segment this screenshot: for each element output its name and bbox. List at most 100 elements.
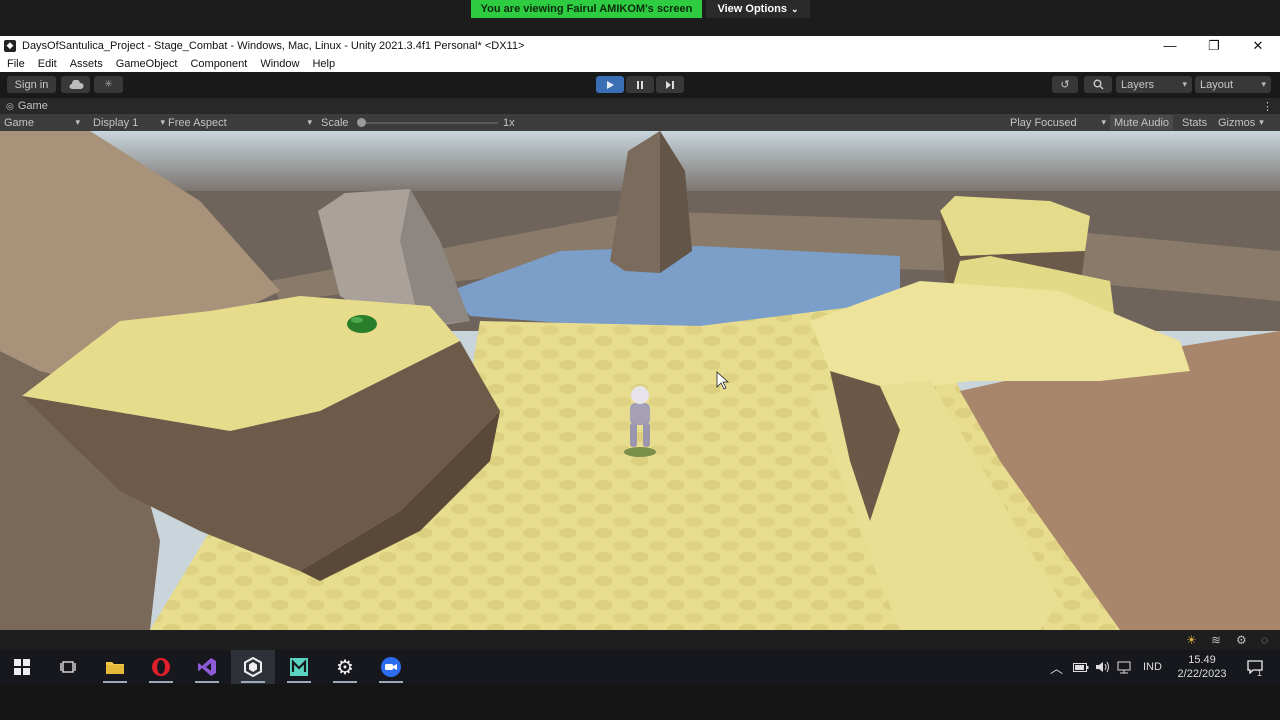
mute-audio-label: Mute Audio bbox=[1114, 116, 1170, 129]
start-button[interactable] bbox=[0, 650, 44, 684]
m-app-icon bbox=[290, 658, 308, 676]
battery-tray[interactable] bbox=[1073, 650, 1089, 684]
clock-time: 15.49 bbox=[1188, 654, 1216, 666]
zoom-button[interactable] bbox=[369, 650, 413, 684]
game-mode-dropdown[interactable]: Game ▾ bbox=[4, 115, 82, 130]
cache-icon[interactable]: ≋ bbox=[1211, 633, 1221, 647]
collab-icon: ✳ bbox=[104, 79, 113, 90]
tray-overflow-button[interactable]: ︿ bbox=[1050, 650, 1063, 684]
dropdown-arrow-icon: ▾ bbox=[1101, 117, 1106, 127]
close-button[interactable]: ✕ bbox=[1236, 36, 1280, 55]
history-icon: ↺ bbox=[1060, 79, 1070, 91]
menu-file[interactable]: File bbox=[0, 58, 31, 70]
aspect-dropdown[interactable]: Free Aspect ▾ bbox=[168, 115, 314, 130]
windows-icon bbox=[14, 659, 30, 675]
menu-window[interactable]: Window bbox=[253, 58, 305, 70]
file-explorer-button[interactable] bbox=[93, 650, 137, 684]
main-toolbar: Sign in ✳ ↺ Layers Layout bbox=[0, 72, 1280, 98]
lighting-icon[interactable]: ☀ bbox=[1186, 633, 1197, 647]
mute-audio-toggle[interactable]: Mute Audio bbox=[1110, 115, 1174, 130]
stats-toggle[interactable]: Stats bbox=[1182, 115, 1207, 130]
notification-center-button[interactable]: 1 bbox=[1240, 650, 1270, 684]
network-tray[interactable] bbox=[1117, 650, 1133, 684]
play-focused-dropdown[interactable]: Play Focused ▾ bbox=[1010, 115, 1108, 130]
close-icon: ✕ bbox=[1252, 37, 1264, 53]
player-head bbox=[631, 386, 649, 404]
menu-assets[interactable]: Assets bbox=[63, 58, 109, 70]
debug-icon[interactable]: ⚙ bbox=[1236, 633, 1247, 647]
sign-in-label: Sign in bbox=[14, 78, 49, 91]
volume-tray[interactable] bbox=[1095, 650, 1111, 684]
collab-status-icon[interactable]: ◌ bbox=[1261, 633, 1268, 647]
aspect-label: Free Aspect bbox=[168, 116, 227, 129]
letterbox-bottom bbox=[0, 684, 1280, 720]
language-indicator[interactable]: IND bbox=[1143, 650, 1162, 684]
minimize-button[interactable]: — bbox=[1148, 36, 1192, 55]
cloud-button[interactable] bbox=[61, 76, 90, 93]
panel-menu-button[interactable]: ⋮ bbox=[1262, 98, 1273, 114]
settings-button[interactable]: ⚙ bbox=[323, 650, 367, 684]
gizmos-toggle[interactable]: Gizmos ▾ bbox=[1218, 115, 1264, 130]
m-app-button[interactable] bbox=[277, 650, 321, 684]
menu-help[interactable]: Help bbox=[305, 58, 341, 70]
dropdown-arrow-icon: ▾ bbox=[1259, 117, 1264, 127]
volume-icon bbox=[1096, 661, 1109, 673]
layout-dropdown[interactable]: Layout bbox=[1195, 76, 1271, 93]
scale-value: 1x bbox=[503, 115, 515, 130]
layers-label: Layers bbox=[1121, 78, 1155, 91]
status-bar: ☀ ≋ ⚙ ◌ bbox=[0, 630, 1280, 650]
layers-dropdown[interactable]: Layers bbox=[1116, 76, 1192, 93]
scale-label-text: Scale bbox=[321, 116, 349, 129]
network-icon bbox=[1117, 661, 1131, 673]
restore-button[interactable]: ❐ bbox=[1192, 36, 1236, 55]
menu-component[interactable]: Component bbox=[183, 58, 253, 70]
menu-edit[interactable]: Edit bbox=[31, 58, 63, 70]
task-view-button[interactable] bbox=[46, 650, 90, 684]
scale-slider-track[interactable] bbox=[358, 122, 498, 124]
step-button[interactable] bbox=[656, 76, 684, 93]
tab-game[interactable]: ◎ Game bbox=[6, 98, 48, 114]
clock-date: 2/22/2023 bbox=[1177, 668, 1227, 680]
menu-bar: File Edit Assets GameObject Component Wi… bbox=[0, 55, 1280, 72]
dropdown-arrow-icon: ▾ bbox=[160, 117, 165, 127]
visual-studio-button[interactable] bbox=[185, 650, 229, 684]
game-viewport[interactable] bbox=[0, 131, 1280, 630]
folder-icon bbox=[106, 662, 124, 674]
game-scene bbox=[0, 131, 1280, 630]
green-slime-highlight bbox=[351, 317, 363, 323]
play-button[interactable] bbox=[596, 76, 624, 93]
unity-button[interactable] bbox=[231, 650, 275, 684]
window-title: DaysOfSantulica_Project - Stage_Combat -… bbox=[22, 39, 525, 52]
battery-icon bbox=[1073, 662, 1089, 672]
clock[interactable]: 15.49 2/22/2023 bbox=[1172, 650, 1232, 684]
view-options-button[interactable]: View Options ⌄ bbox=[706, 0, 810, 18]
unity-logo-icon: ◆ bbox=[4, 39, 16, 52]
notification-count: 1 bbox=[1257, 668, 1263, 678]
chevron-up-icon: ︿ bbox=[1050, 660, 1064, 676]
gear-icon: ⚙ bbox=[336, 656, 354, 679]
unity-icon bbox=[244, 657, 262, 677]
dropdown-arrow-icon: ▾ bbox=[75, 117, 80, 127]
search-icon bbox=[1093, 79, 1103, 90]
opera-button[interactable] bbox=[139, 650, 183, 684]
menu-gameobject[interactable]: GameObject bbox=[109, 58, 184, 70]
search-button[interactable] bbox=[1084, 76, 1112, 93]
sign-in-button[interactable]: Sign in bbox=[7, 76, 56, 93]
layout-label: Layout bbox=[1200, 78, 1234, 91]
scale-slider-handle[interactable] bbox=[357, 118, 366, 127]
scale-value-text: 1x bbox=[503, 116, 515, 129]
cloud-icon bbox=[69, 79, 84, 89]
pause-icon bbox=[637, 80, 643, 89]
history-button[interactable]: ↺ bbox=[1052, 76, 1078, 93]
display-dropdown[interactable]: Display 1 ▾ bbox=[93, 115, 169, 130]
game-tab-label: Game bbox=[17, 100, 48, 112]
opera-icon bbox=[152, 658, 170, 676]
task-view-icon bbox=[60, 661, 76, 673]
game-tab-icon: ◎ bbox=[6, 100, 14, 111]
pause-button[interactable] bbox=[626, 76, 654, 93]
player-leg-right bbox=[643, 423, 650, 447]
chevron-down-icon: ⌄ bbox=[790, 3, 799, 14]
zoom-icon bbox=[381, 657, 401, 677]
collab-button[interactable]: ✳ bbox=[94, 76, 123, 93]
display-label: Display 1 bbox=[93, 116, 139, 129]
